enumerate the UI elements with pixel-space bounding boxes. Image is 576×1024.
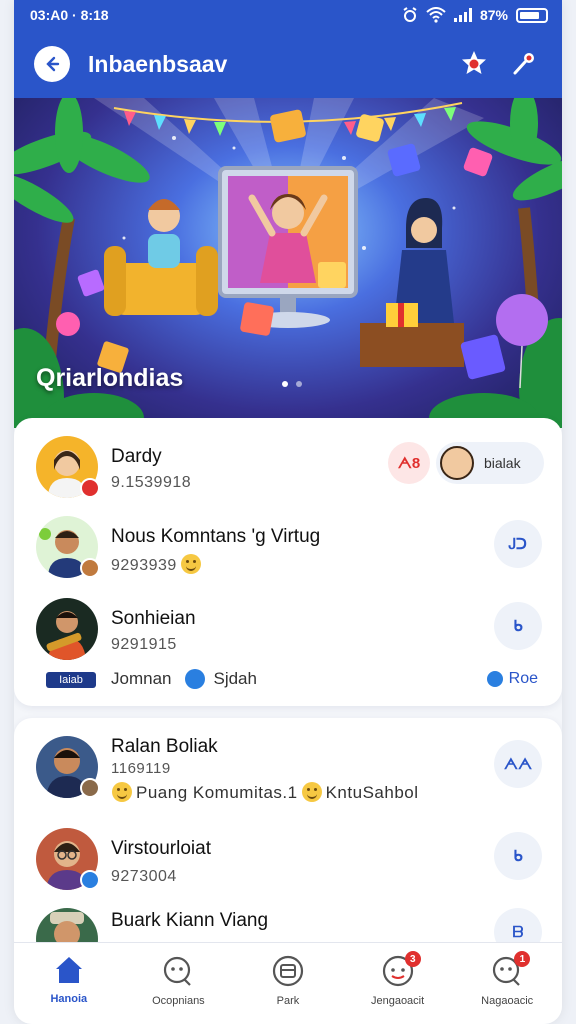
app-header: Inbaenbsaav [14, 30, 562, 98]
contact-meta: Puang Komumitas.1 KntuSahbol [108, 782, 419, 803]
contact-action-button[interactable]: ᑲ [494, 832, 542, 880]
star-badge-icon [462, 51, 486, 74]
status-badge [80, 478, 100, 498]
battery-icon [516, 7, 548, 23]
contact-row[interactable]: Dardy 9.1539918 ᗅ8 bialak [14, 432, 562, 512]
contact-action-button[interactable]: ᗷ [494, 908, 542, 944]
contact-id: 9.1539918 [111, 474, 192, 491]
banner-caption: Qriarlondias [36, 364, 184, 392]
search-button[interactable] [506, 46, 542, 82]
dot-icon [486, 671, 503, 687]
status-badge [80, 778, 100, 798]
contact-action-button[interactable]: Ꭻᑐ [494, 520, 542, 568]
verified-icon [185, 669, 206, 689]
status-bar: 03:A0 · 8:18 87% [14, 0, 562, 30]
alarm-icon [403, 7, 417, 22]
carousel-dot[interactable] [296, 381, 302, 387]
contact-id: 9273004 [111, 868, 177, 885]
contact-row[interactable]: Virstourloiat 9273004 ᑲ [14, 824, 562, 904]
status-badge [80, 558, 100, 578]
page-title: Inbaenbsaav [88, 50, 228, 77]
profile-badge-button[interactable] [456, 46, 492, 82]
wifi-icon [426, 7, 446, 23]
pill-label: bialak [484, 455, 521, 471]
contact-id: 1169119 [111, 760, 171, 777]
avatar [36, 598, 98, 660]
contact-pill[interactable]: bialak [436, 442, 544, 484]
carousel-dots[interactable] [282, 381, 302, 387]
contact-action-button[interactable]: ᗅᗅ [494, 740, 542, 788]
contact-row[interactable]: Nous Komntans 'g Virtug 9293939 Ꭻᑐ [14, 512, 562, 592]
contact-card-primary: Dardy 9.1539918 ᗅ8 bialak Nous Komntans … [14, 418, 562, 706]
pill-avatar [440, 446, 474, 480]
contact-row[interactable]: Buark Kiann Viang ᗷ [14, 904, 562, 944]
pin-icon [513, 53, 534, 75]
contact-action-button[interactable]: ᑲ [494, 602, 542, 650]
notification-badge: 3 [404, 951, 421, 967]
contact-row[interactable]: Ralan Boliak 1169119 Puang Komumitas.1 Kn… [14, 732, 562, 824]
app-screen: 03:A0 · 8:18 87% Inbaenbsaav Qriarlondia… [14, 0, 562, 1024]
status-badge [80, 870, 100, 890]
promo-banner[interactable]: Qriarlondias [14, 98, 562, 428]
contact-row[interactable]: Sonhieian 9291915 ᑲ Iaiab Jomnan Sjdah R… [14, 594, 562, 704]
contact-name: Virstourloiat [111, 838, 211, 859]
contact-meta: Jomnan Sjdah [111, 669, 257, 689]
contact-sub: 9293939 [111, 554, 205, 575]
chat-icon [164, 956, 192, 986]
nav-park[interactable]: Park [233, 943, 343, 1024]
avatar [36, 908, 98, 944]
contact-name: Sonhieian [111, 608, 196, 629]
signal-icon [453, 8, 472, 22]
nav-notifications[interactable]: 3 Jengaoacit [343, 943, 453, 1024]
role-link[interactable]: Roe [486, 670, 538, 688]
nav-companions[interactable]: Ocopnians [124, 943, 234, 1024]
contact-name: Ralan Boliak [111, 736, 218, 757]
message-badge: 1 [514, 951, 531, 967]
carousel-dot[interactable] [282, 381, 288, 387]
wink-emoji-icon [112, 782, 132, 802]
nav-home[interactable]: Hanoia [14, 943, 124, 1024]
status-time: 03:A0 · 8:18 [30, 7, 109, 23]
flag-button[interactable]: ᗅ8 [388, 442, 430, 484]
bottom-navigation: Hanoia Ocopnians Park 3 Jengaoacit 1 Nag… [14, 942, 562, 1024]
battery-percent: 87% [479, 7, 508, 23]
contact-name: Nous Komntans 'g Virtug [111, 526, 321, 547]
smile-emoji-icon [180, 554, 201, 574]
back-button[interactable] [34, 46, 70, 82]
home-icon [55, 957, 82, 983]
contact-tag: Iaiab [46, 672, 96, 688]
smile-emoji-icon [301, 782, 322, 802]
contact-card-secondary: Ralan Boliak 1169119 Puang Komumitas.1 Kn… [14, 718, 562, 958]
back-arrow-icon [46, 56, 60, 72]
contact-name: Buark Kiann Viang [111, 910, 269, 931]
contact-id: 9291915 [111, 636, 177, 653]
store-icon [272, 955, 304, 987]
contact-name: Dardy [111, 446, 162, 467]
nav-messages[interactable]: 1 Nagaoacic [452, 943, 562, 1024]
